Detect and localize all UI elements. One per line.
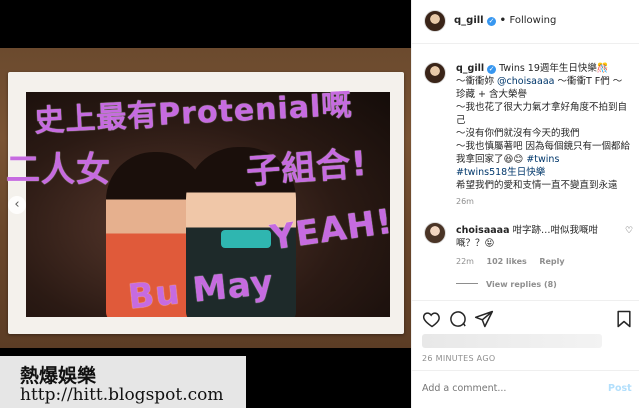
caption-text: q_gill ✓ Twins 19週年生日快樂🎊 ～衝衝妳 @choisaaaa… [456,62,632,192]
caption-line-2: ～衝衝妳 [456,76,498,87]
comment-likes[interactable]: 102 likes [487,257,527,266]
watermark-title: 熱爆娛樂 [20,365,97,387]
handwriting-line-3: 子組合! [244,143,370,193]
hashtag-link[interactable]: #twins [526,154,559,165]
view-replies-label[interactable]: View replies (8) [486,280,557,289]
following-button[interactable]: Following [509,15,556,26]
verified-badge-icon: ✓ [487,65,497,74]
view-replies-button[interactable]: View replies (8) [456,280,557,289]
comment-meta: 22m 102 likes Reply [456,257,575,266]
post-sidebar: q_gill ✓ • Following q_gill ✓ Twins 19週年… [411,0,639,408]
comment-text: choisaaaa 咁字跡…咁似我嘅咁嘅？？😝 [456,224,606,250]
commenter-avatar[interactable] [424,222,446,244]
separator-dot: • [499,15,506,26]
commenter-username[interactable]: choisaaaa [456,225,509,236]
share-icon[interactable] [474,309,494,329]
action-bar [412,300,639,336]
comment-input[interactable] [422,383,592,394]
comments-area[interactable]: q_gill ✓ Twins 19週年生日快樂🎊 ～衝衝妳 @choisaaaa… [412,44,639,300]
add-comment-bar: Post [412,370,639,408]
heart-icon[interactable] [422,309,442,329]
previous-arrow-icon[interactable]: ‹ [8,196,26,214]
caption-line-3: 珍藏 + 含大榮譽 [456,89,527,100]
author-avatar[interactable] [424,10,446,32]
caption-line-2b: ～衝衝T F們 ～ [554,76,623,87]
likes-count-blurred [422,334,602,348]
mention-link[interactable]: @choisaaaa [497,76,554,87]
caption-username[interactable]: q_gill [456,63,484,74]
verified-badge-icon: ✓ [487,17,497,26]
replies-divider [456,283,478,284]
header-user-line: q_gill ✓ • Following [454,15,556,26]
post-image[interactable]: 史上最有Protenial嘅 二人女 子組合! YEAH! Bu May ‹ 熱… [0,0,411,408]
author-username[interactable]: q_gill [454,15,484,26]
comment-like-heart-icon[interactable]: ♡ [625,226,633,236]
bookmark-icon[interactable] [614,309,634,329]
reply-button[interactable]: Reply [539,257,564,266]
post-button[interactable]: Post [608,383,632,394]
comment-timestamp[interactable]: 22m [456,257,474,266]
comment-icon[interactable] [448,309,468,329]
caption-line-8: 希望我們的愛和支情一直不變直到永遠 [456,180,618,191]
caption-line-5: ～沒有你們就沒有今天的我們 [456,128,580,139]
watermark-url: http://hitt.blogspot.com [20,385,224,405]
hashtag-link[interactable]: #twins518生日快樂 [456,167,545,178]
caption-avatar[interactable] [424,62,446,84]
caption-line-1: Twins 19週年生日快樂🎊 [496,63,609,74]
caption-timestamp[interactable]: 26m [456,197,474,206]
handwriting-line-2: 二人女 [6,150,111,190]
jacket-collar [221,230,271,248]
caption-line-4: ～我也花了很大力氣才拿好角度不拍到自己 [456,102,628,126]
post-timestamp[interactable]: 26 MINUTES AGO [422,354,495,363]
post-header: q_gill ✓ • Following [412,0,639,44]
